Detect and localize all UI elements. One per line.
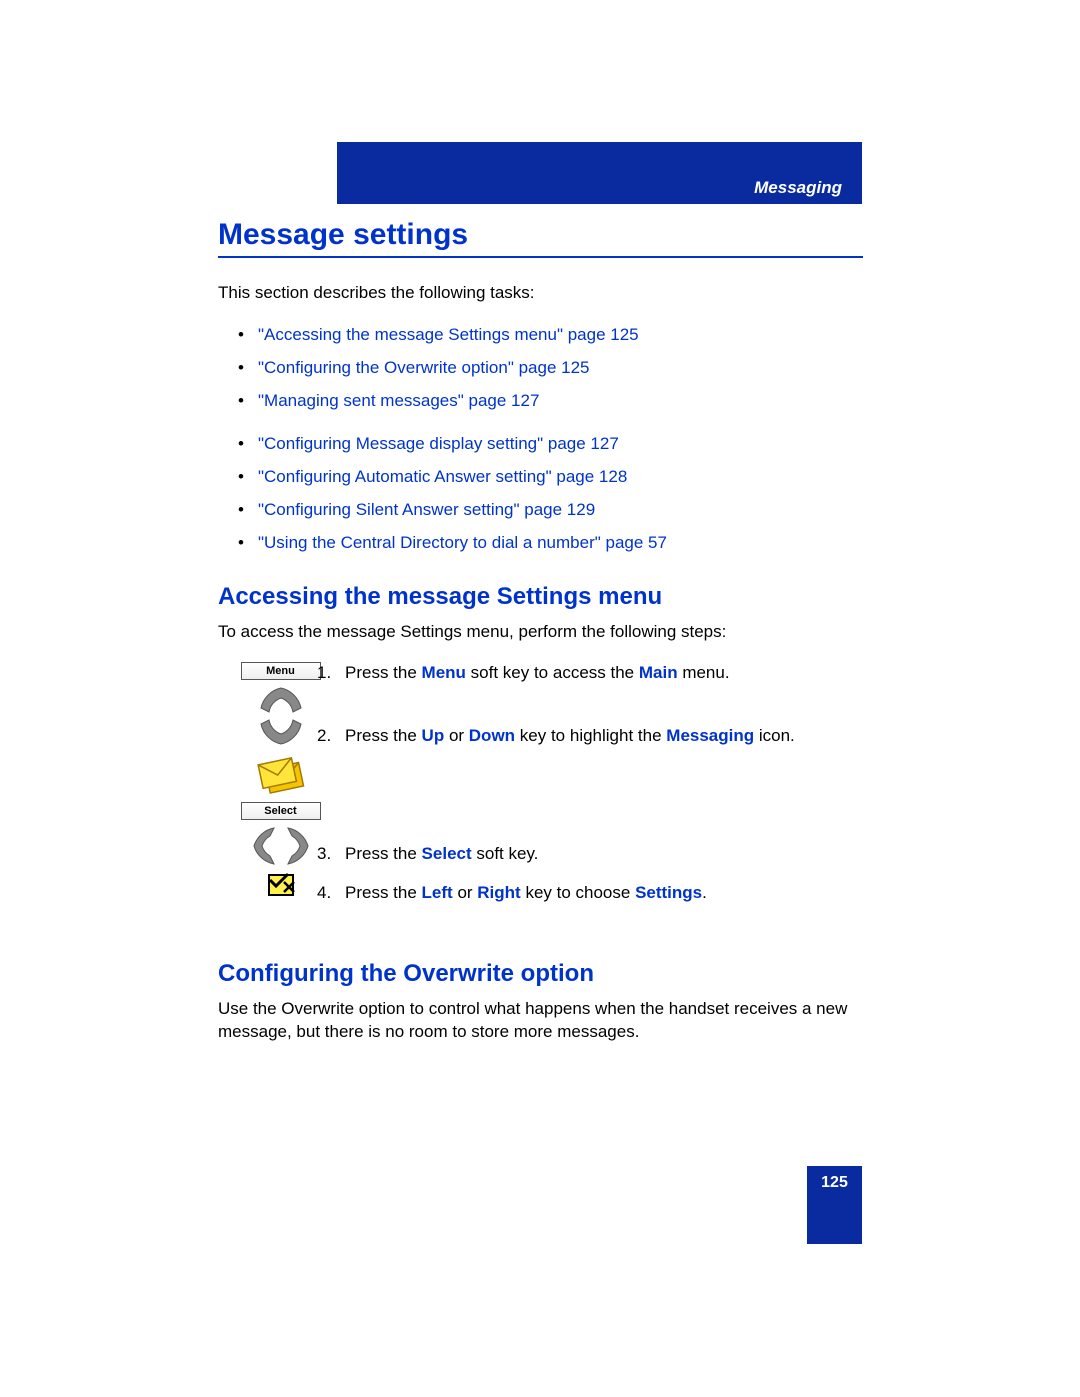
- toc-item: "Configuring the Overwrite option" page …: [238, 358, 863, 378]
- toc-link[interactable]: "Using the Central Directory to dial a n…: [258, 533, 667, 552]
- steps-text-column: Press the Menu soft key to access the Ma…: [317, 662, 863, 905]
- menu-softkey-icon: Menu: [241, 662, 321, 680]
- steps-list: Press the Menu soft key to access the Ma…: [317, 662, 863, 905]
- messaging-icon: [255, 752, 307, 796]
- toc-list: "Accessing the message Settings menu" pa…: [218, 325, 863, 411]
- header-section-label: Messaging: [754, 178, 842, 198]
- header-bar: Messaging: [337, 142, 862, 204]
- keyword-messaging: Messaging: [666, 726, 754, 745]
- settings-icon: [268, 874, 294, 896]
- keyword-right: Right: [477, 883, 520, 902]
- step-4: Press the Left or Right key to choose Se…: [317, 882, 863, 905]
- toc-link[interactable]: "Configuring Message display setting" pa…: [258, 434, 619, 453]
- page-number: 125: [821, 1174, 848, 1191]
- keyword-settings: Settings: [635, 883, 702, 902]
- toc-list-2: "Configuring Message display setting" pa…: [218, 434, 863, 553]
- toc-item: "Managing sent messages" page 127: [238, 391, 863, 411]
- keyword-up: Up: [422, 726, 445, 745]
- step-2: Press the Up or Down key to highlight th…: [317, 725, 863, 748]
- section2-heading: Configuring the Overwrite option: [218, 960, 863, 988]
- toc-item: "Accessing the message Settings menu" pa…: [238, 325, 863, 345]
- page-title: Message settings: [218, 218, 863, 258]
- toc-link[interactable]: "Managing sent messages" page 127: [258, 391, 539, 410]
- toc-item: "Using the Central Directory to dial a n…: [238, 533, 863, 553]
- keyword-menu: Menu: [422, 663, 466, 682]
- keyword-select: Select: [422, 844, 472, 863]
- step-3: Press the Select soft key.: [317, 843, 863, 866]
- page-number-box: 125: [807, 1166, 862, 1244]
- step-1: Press the Menu soft key to access the Ma…: [317, 662, 863, 685]
- toc-link[interactable]: "Configuring the Overwrite option" page …: [258, 358, 590, 377]
- toc-link[interactable]: "Accessing the message Settings menu" pa…: [258, 325, 639, 344]
- section1-heading: Accessing the message Settings menu: [218, 583, 863, 611]
- keyword-main: Main: [639, 663, 678, 682]
- content-area: Message settings This section describes …: [218, 218, 863, 1062]
- left-right-icon: [250, 826, 312, 866]
- section1-intro: To access the message Settings menu, per…: [218, 621, 863, 644]
- page: Messaging Message settings This section …: [0, 0, 1080, 1397]
- toc-link[interactable]: "Configuring Automatic Answer setting" p…: [258, 467, 627, 486]
- icon-column: Menu Select: [218, 662, 303, 905]
- section2-body: Use the Overwrite option to control what…: [218, 998, 863, 1044]
- intro-text: This section describes the following tas…: [218, 283, 863, 303]
- toc-item: "Configuring Message display setting" pa…: [238, 434, 863, 454]
- toc-link[interactable]: "Configuring Silent Answer setting" page…: [258, 500, 595, 519]
- up-down-icon: [259, 686, 303, 746]
- toc-item: "Configuring Silent Answer setting" page…: [238, 500, 863, 520]
- select-softkey-icon: Select: [241, 802, 321, 820]
- toc-item: "Configuring Automatic Answer setting" p…: [238, 467, 863, 487]
- keyword-down: Down: [469, 726, 515, 745]
- keyword-left: Left: [422, 883, 453, 902]
- steps-wrap: Menu Select: [218, 662, 863, 905]
